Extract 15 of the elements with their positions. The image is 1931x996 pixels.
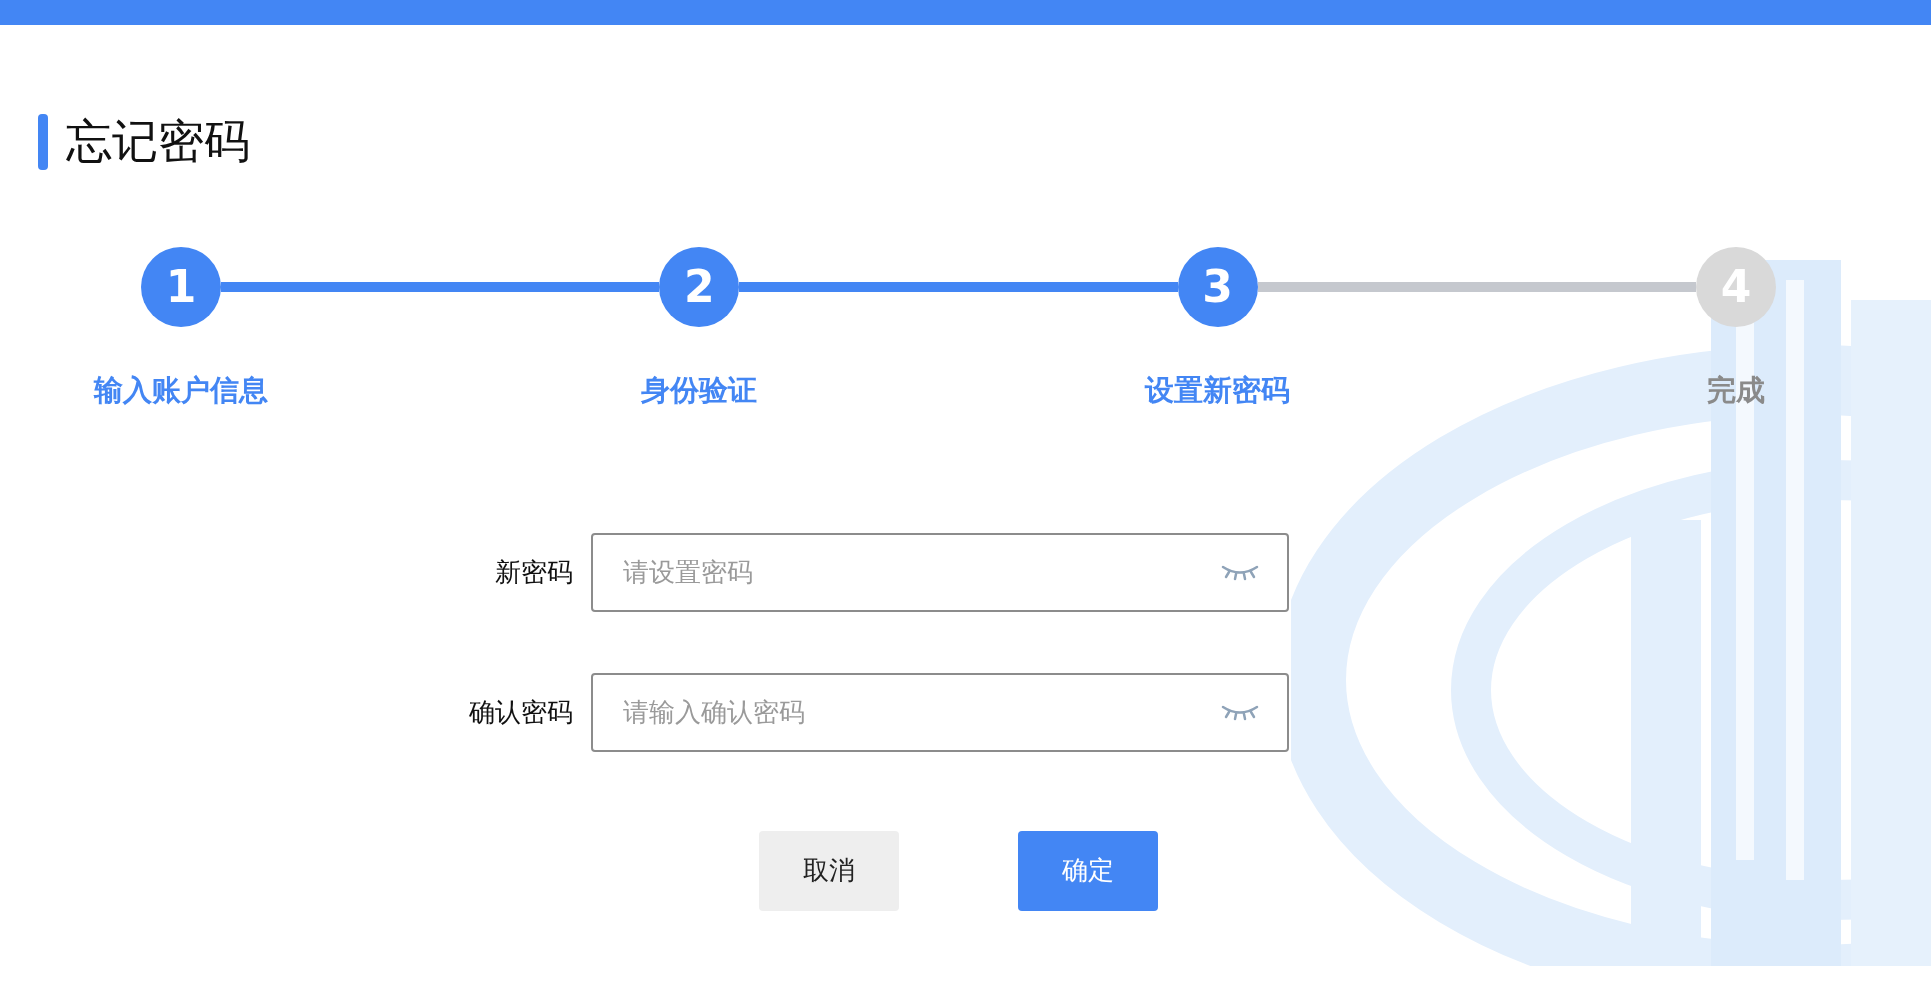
page-title: 忘记密码 (66, 113, 250, 170)
field-label: 新密码 (494, 555, 574, 589)
field-label: 确认密码 (468, 695, 574, 729)
step-number: 1 (141, 247, 221, 327)
step-number: 3 (1177, 247, 1258, 327)
step-number: 2 (659, 247, 740, 327)
cancel-button[interactable]: 取消 (759, 830, 899, 911)
step-label: 完成 (1707, 372, 1765, 409)
password-field[interactable]: 请输入确认密码 (591, 672, 1289, 752)
title-accent (38, 113, 48, 170)
password-field[interactable]: 请设置密码 (591, 532, 1289, 612)
confirm-button[interactable]: 确定 (1018, 830, 1158, 911)
step-label: 设置新密码 (1145, 372, 1291, 409)
step-label: 身份验证 (641, 372, 758, 409)
step-label: 输入账户信息 (94, 372, 268, 409)
